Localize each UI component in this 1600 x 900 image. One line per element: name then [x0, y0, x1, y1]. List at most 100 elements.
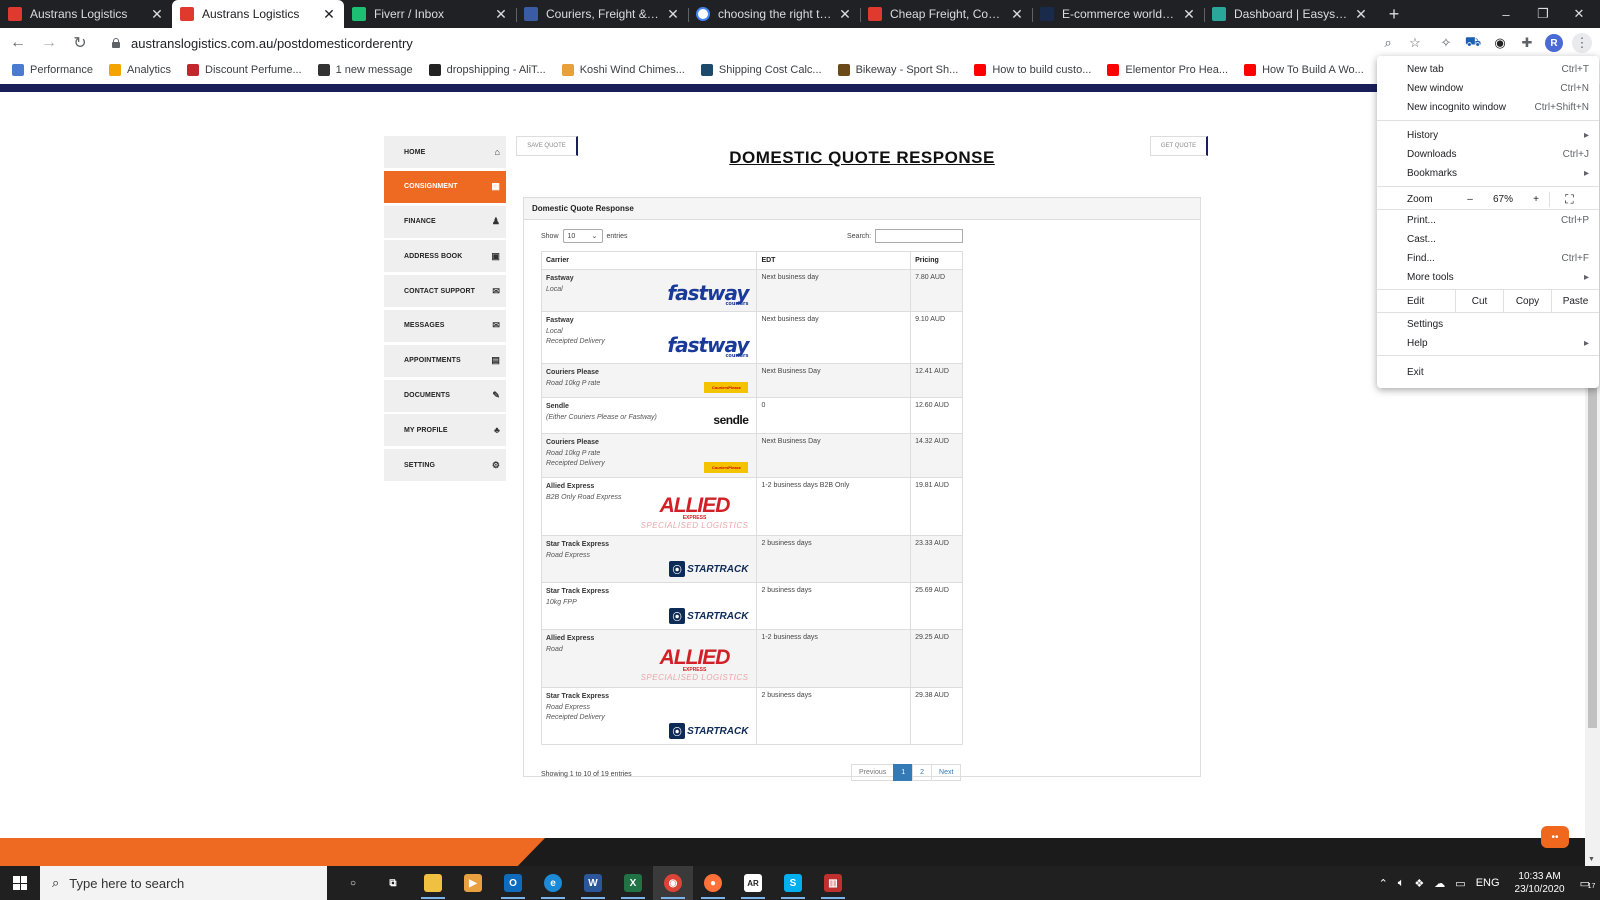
column-header-pricing[interactable]: Pricing	[910, 251, 963, 270]
extension-icon[interactable]: ✧	[1436, 33, 1456, 53]
sidebar-item-setting[interactable]: SETTING ⚙	[384, 449, 506, 482]
menu-new-window[interactable]: New window Ctrl+N	[1377, 79, 1599, 97]
profile-avatar[interactable]: R	[1545, 34, 1563, 52]
bookmark-item[interactable]: Analytics	[108, 64, 171, 76]
network-icon[interactable]: ▭	[1455, 877, 1465, 890]
zoom-out-button[interactable]: –	[1457, 194, 1483, 205]
menu-print[interactable]: Print... Ctrl+P	[1377, 211, 1599, 229]
menu-more-tools[interactable]: More tools ▸	[1377, 268, 1599, 286]
table-row[interactable]: Star Track Express 10kg FPP ⦿ STARTRACK 2 bu…	[540, 582, 963, 630]
taskbar-app-cortana[interactable]: ○	[333, 866, 373, 900]
search-input[interactable]	[875, 229, 964, 243]
sidebar-item-documents[interactable]: DOCUMENTS ✎	[384, 379, 506, 412]
page-1-button[interactable]: 1	[893, 764, 914, 781]
puzzle-icon[interactable]: ✚	[1517, 33, 1537, 53]
taskbar-app-edge[interactable]: e	[533, 866, 573, 900]
close-icon[interactable]: ✕	[494, 6, 508, 23]
language-indicator[interactable]: ENG	[1476, 877, 1500, 889]
sidebar-item-messages[interactable]: MESSAGES ✉	[384, 309, 506, 342]
browser-tab[interactable]: Austrans Logistics ✕	[0, 0, 172, 28]
menu-downloads[interactable]: Downloads Ctrl+J	[1377, 145, 1599, 163]
menu-dots-icon[interactable]: ⋮	[1572, 33, 1592, 53]
page-length-select[interactable]: 10 ⌄	[562, 229, 603, 243]
menu-exit[interactable]: Exit	[1377, 363, 1599, 381]
start-button[interactable]	[0, 866, 40, 900]
new-tab-button[interactable]: +	[1380, 0, 1408, 28]
previous-page-button[interactable]: Previous	[851, 764, 895, 781]
save-quote-button[interactable]: SAVE QUOTE	[516, 136, 578, 156]
speaker-icon[interactable]: 🔈︎	[1398, 877, 1405, 890]
table-row[interactable]: Couriers Please Road 10kg P rate CouriersP…	[540, 363, 963, 398]
taskbar-app-task-view[interactable]: ⧉	[373, 866, 413, 900]
sidebar-item-consignment[interactable]: CONSIGNMENT ▦	[384, 170, 506, 203]
sidebar-item-contact-support[interactable]: CONTACT SUPPORT ✉	[384, 275, 506, 308]
menu-settings[interactable]: Settings	[1377, 315, 1599, 333]
menu-cut-button[interactable]: Cut	[1455, 290, 1503, 312]
star-icon[interactable]: ☆	[1405, 33, 1425, 53]
sidebar-item-my-profile[interactable]: MY PROFILE ♣	[384, 414, 506, 447]
bookmark-item[interactable]: 1 new message	[317, 64, 413, 76]
bookmark-item[interactable]: Discount Perfume...	[187, 64, 302, 76]
sidebar-item-home[interactable]: HOME ⌂	[384, 136, 506, 168]
fullscreen-icon[interactable]: ⛶	[1549, 191, 1589, 207]
close-icon[interactable]: ✕	[1010, 6, 1024, 23]
sidebar-item-finance[interactable]: FINANCE ♟	[384, 205, 506, 238]
taskbar-app-skype[interactable]: S	[773, 866, 813, 900]
menu-new-tab[interactable]: New tab Ctrl+T	[1377, 60, 1599, 78]
taskbar-app-word[interactable]: W	[573, 866, 613, 900]
taskbar-app-firefox[interactable]: ●	[693, 866, 733, 900]
table-row[interactable]: Fastway Local fastway couriers Next business…	[540, 269, 963, 312]
dark-extension-icon[interactable]: ◉	[1490, 33, 1510, 53]
bookmark-item[interactable]: Elementor Pro Hea...	[1107, 64, 1228, 76]
search-icon[interactable]: ⌕	[1378, 33, 1398, 53]
taskbar-app-outlook[interactable]: O	[493, 866, 533, 900]
menu-cast[interactable]: Cast...	[1377, 230, 1599, 248]
get-quote-button[interactable]: GET QUOTE	[1150, 136, 1208, 156]
reload-button[interactable]: ↻	[67, 30, 93, 56]
taskbar-search-box[interactable]: ⌕ Type here to search	[40, 866, 327, 900]
menu-find[interactable]: Find... Ctrl+F	[1377, 249, 1599, 267]
menu-new-incognito[interactable]: New incognito window Ctrl+Shift+N	[1377, 98, 1599, 116]
bookmark-item[interactable]: How To Build A Wo...	[1244, 64, 1364, 76]
close-icon[interactable]: ✕	[322, 6, 336, 23]
bookmark-item[interactable]: dropshipping - AliT...	[428, 64, 546, 76]
sidebar-item-appointments[interactable]: APPOINTMENTS ▤	[384, 344, 506, 377]
bookmark-item[interactable]: Bikeway - Sport Sh...	[837, 64, 958, 76]
page-2-button[interactable]: 2	[912, 764, 933, 781]
column-header-edt[interactable]: EDT	[756, 251, 912, 270]
menu-history[interactable]: History ▸	[1377, 126, 1599, 144]
close-icon[interactable]: ✕	[150, 6, 164, 23]
table-row[interactable]: Couriers Please Road 10kg P rate Receipted…	[540, 433, 963, 478]
close-icon[interactable]: ✕	[1354, 6, 1368, 23]
dropbox-icon[interactable]: ❖	[1414, 877, 1424, 890]
close-icon[interactable]: ✕	[666, 6, 680, 23]
taskbar-app-popcorn-app[interactable]: ▥	[813, 866, 853, 900]
notification-icon[interactable]: ▭ 17	[1580, 877, 1596, 890]
bookmark-item[interactable]: Koshi Wind Chimes...	[561, 64, 685, 76]
next-page-button[interactable]: Next	[931, 764, 962, 781]
system-clock[interactable]: 10:33 AM 23/10/2020	[1515, 870, 1565, 896]
zoom-in-button[interactable]: +	[1523, 194, 1549, 205]
close-icon[interactable]: ✕	[1182, 6, 1196, 23]
close-icon[interactable]: ✕	[838, 6, 852, 23]
column-header-carrier[interactable]: Carrier	[540, 251, 758, 270]
table-row[interactable]: Allied Express B2B Only Road Express ALLIE…	[540, 477, 963, 536]
chevron-up-icon[interactable]: ⌃	[1379, 877, 1388, 890]
taskbar-app-media-player[interactable]: ▶	[453, 866, 493, 900]
cart-extension-icon[interactable]: ⛟	[1463, 33, 1483, 53]
table-row[interactable]: Star Track Express Road Express Receipted …	[540, 687, 963, 745]
browser-tab[interactable]: Dashboard | Easyship ✕	[1204, 0, 1376, 28]
bookmark-item[interactable]: Performance	[12, 64, 93, 76]
forward-button[interactable]: →	[36, 30, 62, 56]
table-row[interactable]: Allied Express Road ALLIED EXPRESS SPECIALIS…	[540, 629, 963, 688]
taskbar-app-ar-app[interactable]: AR	[733, 866, 773, 900]
back-button[interactable]: ←	[5, 30, 31, 56]
menu-paste-button[interactable]: Paste	[1551, 290, 1599, 312]
browser-tab[interactable]: E-commerce worldwide - Sh ✕	[1032, 0, 1204, 28]
chat-widget-button[interactable]: ••	[1541, 826, 1569, 848]
close-window-button[interactable]: ✕	[1556, 0, 1600, 28]
browser-tab[interactable]: Fiverr / Inbox ✕	[344, 0, 516, 28]
menu-copy-button[interactable]: Copy	[1503, 290, 1551, 312]
scrollbar-thumb[interactable]	[1588, 386, 1597, 728]
address-bar[interactable]: austranslogistics.com.au/postdomesticord…	[101, 30, 1391, 56]
